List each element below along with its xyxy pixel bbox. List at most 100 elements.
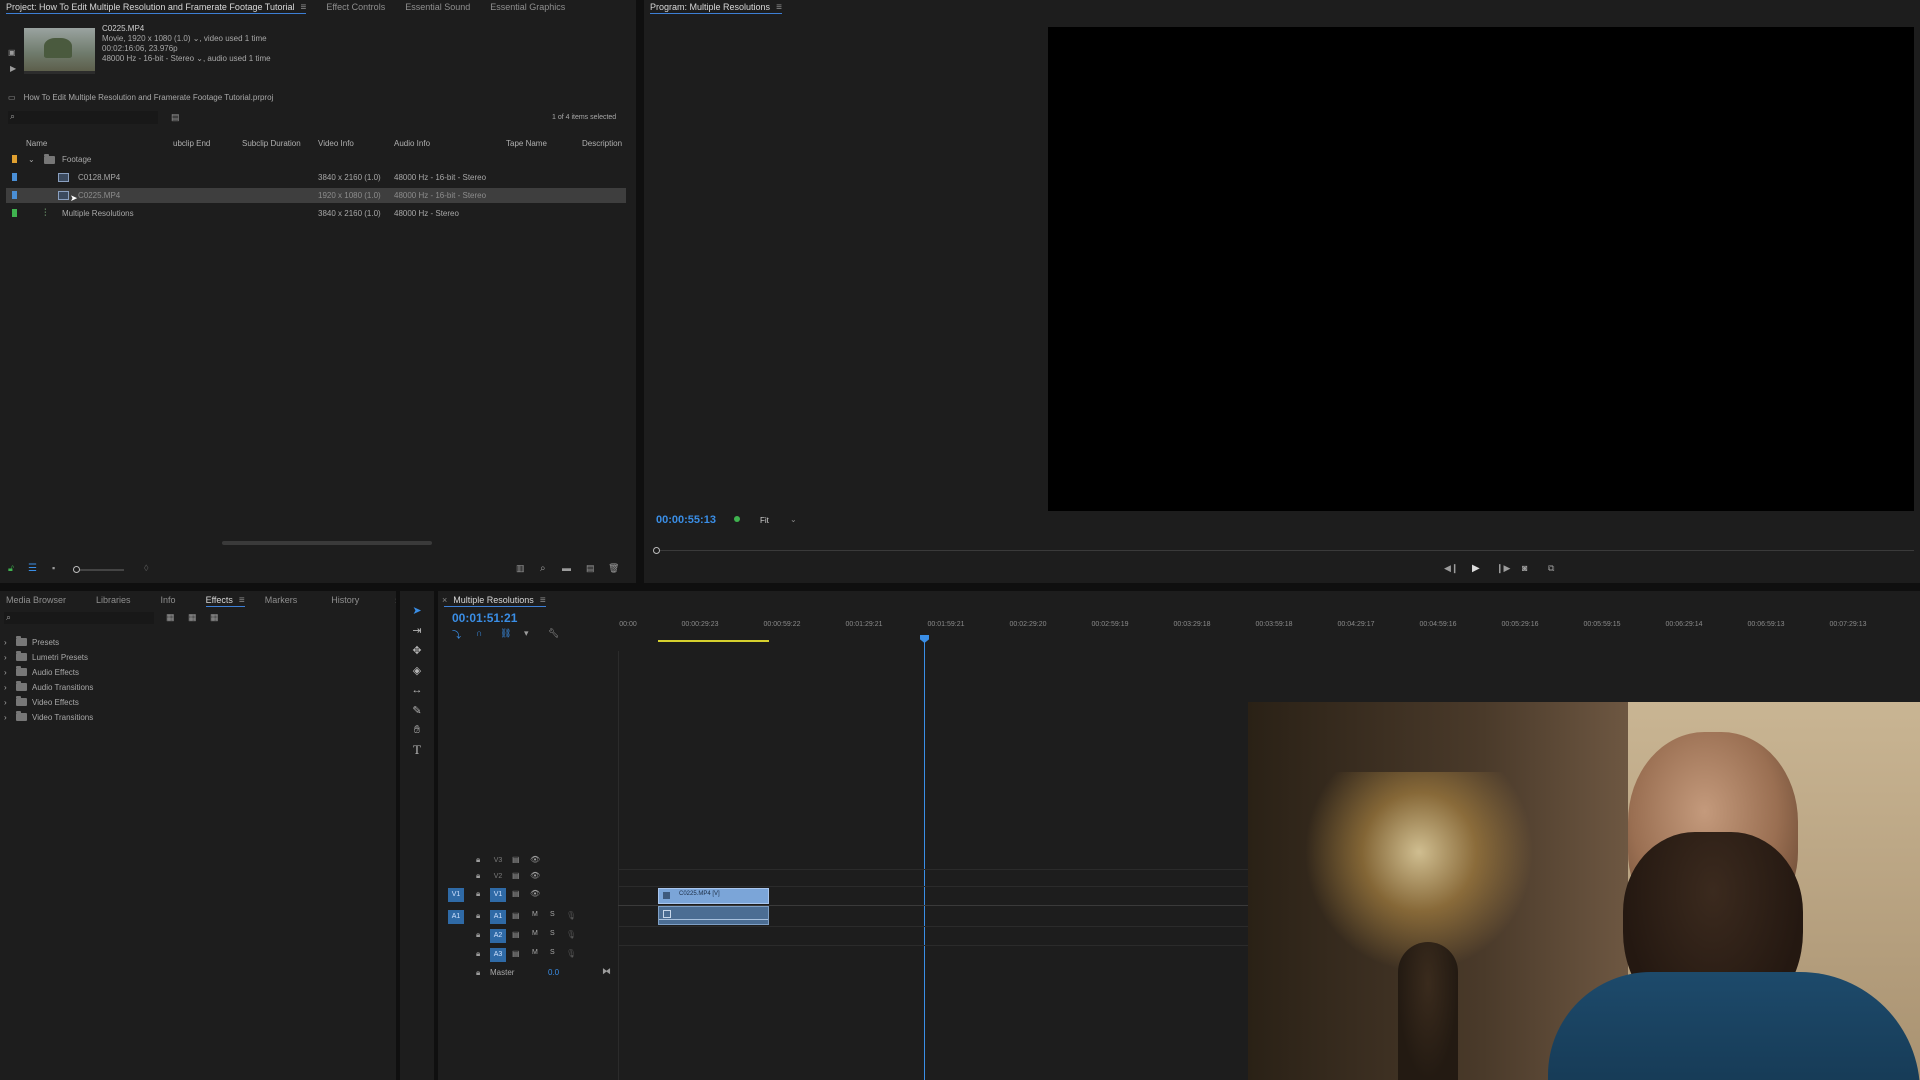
linked-selection-icon[interactable]: ⛓︎ (500, 628, 511, 639)
lock-icon[interactable]: 🔒︎ (476, 930, 480, 940)
zoom-slider-handle[interactable] (73, 566, 80, 573)
nest-icon[interactable]: ⤵ (452, 628, 461, 641)
step-back-icon[interactable]: ◀❙ (1444, 563, 1458, 574)
microphone-icon[interactable]: 🎙︎ (566, 930, 576, 939)
32bit-effects-icon[interactable]: ▦ (188, 612, 197, 623)
list-item[interactable]: › Video Effects (0, 695, 390, 710)
track-target-a3[interactable]: A3 (490, 948, 506, 962)
hand-tool-icon[interactable]: ✋︎ (410, 723, 424, 737)
solo-button[interactable]: S (550, 949, 555, 956)
close-icon[interactable]: × (442, 595, 447, 605)
label-color-swatch[interactable] (12, 155, 17, 163)
eye-icon[interactable]: 👁︎ (530, 855, 540, 864)
horizontal-scrollbar[interactable] (222, 541, 432, 545)
master-volume-value[interactable]: 0.0 (548, 968, 559, 977)
video-clip[interactable]: C0225.MP4 [V] (658, 888, 769, 904)
new-item-icon[interactable]: ▤ (586, 563, 595, 574)
program-scrub-bar[interactable] (653, 547, 1914, 554)
chevron-right-icon[interactable]: › (4, 710, 7, 725)
new-bin-from-search-icon[interactable]: ▤ (171, 112, 180, 123)
tab-markers[interactable]: Markers (259, 593, 312, 607)
tab-effects[interactable]: Effects ≡ (200, 593, 259, 607)
lock-icon[interactable]: 🔒︎ (476, 911, 480, 921)
comparison-view-icon[interactable]: ⧉ (1548, 563, 1554, 574)
tab-info[interactable]: Info (155, 593, 190, 607)
tab-libraries[interactable]: Libraries (90, 593, 145, 607)
lock-icon[interactable]: 🔒︎ (476, 855, 480, 865)
chevron-right-icon[interactable]: › (4, 665, 7, 680)
track-target-a2[interactable]: A2 (490, 929, 506, 943)
chevron-right-icon[interactable]: › (4, 680, 7, 695)
timeline-timecode[interactable]: 00:01:51:21 (452, 611, 517, 625)
tab-project[interactable]: Project: How To Edit Multiple Resolution… (0, 0, 320, 14)
list-item[interactable]: › Presets (0, 635, 390, 650)
work-area-bar[interactable] (658, 640, 769, 642)
trash-icon[interactable]: 🗑︎ (608, 563, 619, 574)
ripple-edit-tool-icon[interactable]: ✥ (410, 643, 424, 657)
program-video-frame[interactable] (1048, 27, 1914, 511)
sync-lock-icon[interactable]: ▤ (512, 911, 520, 920)
accelerated-effects-icon[interactable]: ▦ (166, 612, 175, 623)
sync-lock-icon[interactable]: ▤ (512, 855, 520, 864)
track-select-tool-icon[interactable]: ⇥ (410, 623, 424, 637)
list-item[interactable]: ⫶ Multiple Resolutions 3840 x 2160 (1.0)… (0, 206, 636, 221)
label-color-swatch[interactable] (12, 209, 17, 217)
source-patch-a1[interactable]: A1 (448, 910, 464, 924)
play-preview-icon[interactable]: ▶ (10, 64, 16, 73)
type-tool-icon[interactable]: T (410, 742, 424, 757)
find-icon[interactable]: ⌕ (540, 563, 546, 574)
panel-menu-icon[interactable]: ≡ (776, 2, 782, 13)
add-marker-icon[interactable]: ▾ (524, 628, 529, 639)
list-item[interactable]: C0128.MP4 3840 x 2160 (1.0) 48000 Hz - 1… (0, 170, 636, 185)
more-panels-icon[interactable]: » (389, 593, 396, 607)
chevron-right-icon[interactable]: › (4, 695, 7, 710)
track-target-a1[interactable]: A1 (490, 910, 506, 924)
wrench-icon[interactable]: 🔧︎ (548, 628, 559, 639)
sync-lock-icon[interactable]: ▤ (512, 889, 520, 898)
lock-icon[interactable]: 🔒︎ (476, 949, 480, 959)
go-to-end-icon[interactable]: ⧓ (602, 966, 611, 977)
selection-tool-icon[interactable]: ➤ (410, 603, 424, 617)
slip-tool-icon[interactable]: ↔ (410, 683, 424, 697)
tab-essential-graphics[interactable]: Essential Graphics (484, 0, 579, 14)
playhead-marker[interactable] (653, 547, 660, 554)
automate-to-sequence-icon[interactable]: ▥ (516, 563, 525, 574)
chevron-down-icon[interactable]: ⌄ (28, 152, 35, 167)
eye-icon[interactable]: 👁︎ (530, 871, 540, 880)
new-bin-icon[interactable]: ▬ (562, 563, 571, 573)
lock-icon[interactable]: 🔒︎ (476, 968, 480, 978)
column-description[interactable]: Description (582, 136, 622, 151)
effects-search-input[interactable] (18, 612, 152, 624)
lock-icon[interactable]: 🔒︎ (476, 871, 480, 881)
time-ruler[interactable]: 00:00 00:00:29:23 00:00:59:22 00:01:29:2… (618, 621, 1920, 651)
mute-button[interactable]: M (532, 930, 538, 937)
program-timecode[interactable]: 00:00:55:13 (656, 514, 716, 526)
list-item[interactable]: › Lumetri Presets (0, 650, 390, 665)
panel-menu-icon[interactable]: ≡ (540, 595, 546, 606)
razor-tool-icon[interactable]: ◈ (410, 663, 424, 677)
chevron-right-icon[interactable]: › (4, 635, 7, 650)
column-tape-name[interactable]: Tape Name (506, 136, 547, 151)
lock-icon[interactable]: 🔒︎ (476, 889, 480, 899)
icon-view-icon[interactable]: ▪ (52, 563, 55, 573)
eye-icon[interactable]: 👁︎ (530, 889, 540, 898)
list-item[interactable]: › Video Transitions (0, 710, 390, 725)
source-patch-v1[interactable]: V1 (448, 888, 464, 902)
column-video-info[interactable]: Video Info (318, 136, 354, 151)
mute-button[interactable]: M (532, 911, 538, 918)
sort-icon[interactable]: ◊ (144, 563, 148, 573)
column-subclip-end[interactable]: ubclip End (173, 136, 210, 151)
export-frame-icon[interactable]: ◙ (1522, 563, 1527, 573)
list-item[interactable]: › Audio Transitions (0, 680, 390, 695)
tab-program[interactable]: Program: Multiple Resolutions ≡ (644, 0, 796, 14)
yuv-effects-icon[interactable]: ▦ (210, 612, 219, 623)
solo-button[interactable]: S (550, 930, 555, 937)
sync-lock-icon[interactable]: ▤ (512, 930, 520, 939)
project-search-input[interactable] (22, 111, 156, 124)
track-target-v1[interactable]: V1 (490, 888, 506, 902)
tab-essential-sound[interactable]: Essential Sound (399, 0, 484, 14)
audio-clip[interactable] (658, 906, 769, 925)
sync-lock-icon[interactable]: ▤ (512, 949, 520, 958)
microphone-icon[interactable]: 🎙︎ (566, 911, 576, 920)
step-forward-icon[interactable]: ❙▶ (1496, 563, 1510, 574)
